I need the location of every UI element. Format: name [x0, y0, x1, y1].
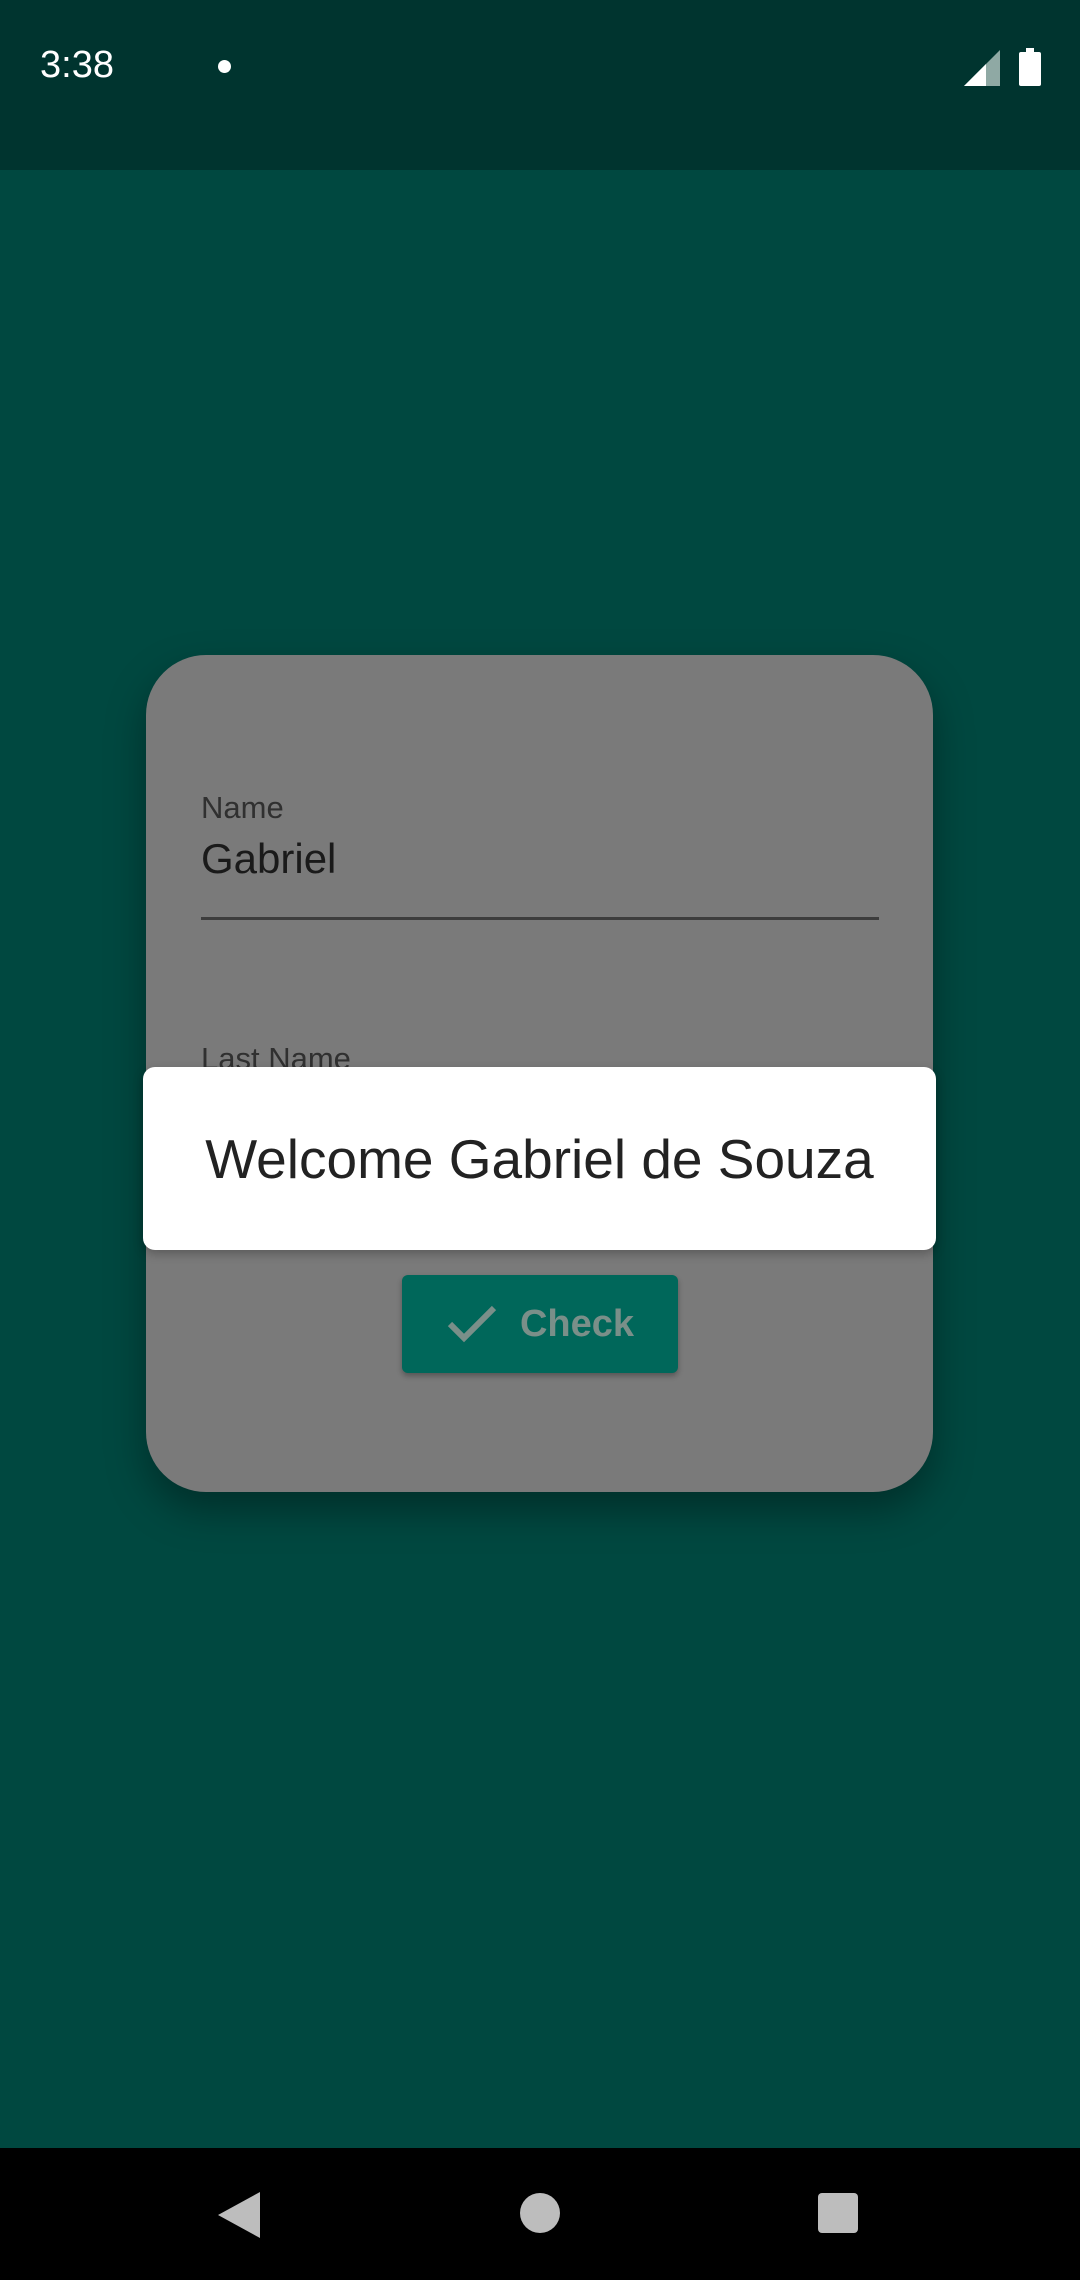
name-field-label: Name — [201, 790, 284, 825]
back-icon[interactable] — [218, 2192, 260, 2238]
cell-signal-icon — [964, 50, 1000, 86]
check-icon — [447, 1305, 497, 1343]
check-button-label: Check — [519, 1302, 635, 1345]
toast-message: Welcome Gabriel de Souza — [205, 1127, 874, 1190]
notification-dot-icon — [218, 60, 231, 73]
welcome-toast: Welcome Gabriel de Souza — [143, 1067, 936, 1250]
status-time: 3:38 — [40, 44, 114, 86]
battery-icon — [1019, 48, 1041, 86]
check-button[interactable]: Check — [402, 1275, 678, 1373]
navigation-bar — [0, 2148, 1080, 2280]
name-field-underline — [201, 917, 879, 920]
status-bar: 3:38 — [0, 0, 1080, 170]
name-field[interactable]: Gabriel — [201, 835, 336, 883]
home-icon[interactable] — [520, 2193, 560, 2233]
recents-icon[interactable] — [818, 2193, 858, 2233]
